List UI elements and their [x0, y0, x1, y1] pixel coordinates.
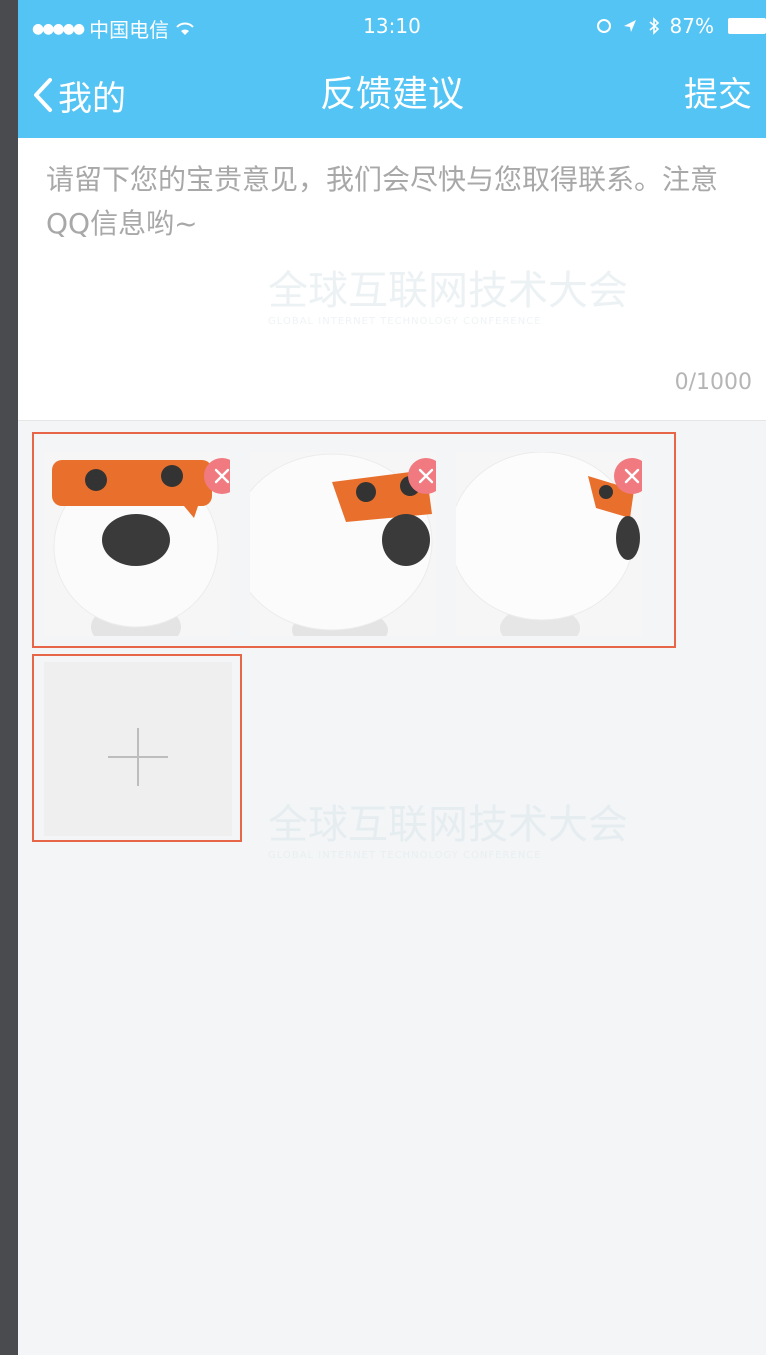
feedback-textarea[interactable]: 请留下您的宝贵意见，我们会尽快与您取得联系。注意QQ信息哟~ 0/1000	[18, 138, 766, 421]
watermark-text: 全球互联网技术大会 GLOBAL INTERNET TECHNOLOGY CON…	[268, 792, 628, 861]
delete-photo-button[interactable]	[408, 458, 436, 494]
feedback-placeholder: 请留下您的宝贵意见，我们会尽快与您取得联系。注意QQ信息哟~	[46, 163, 719, 240]
close-icon	[624, 468, 640, 484]
page-title: 反馈建议	[319, 74, 464, 115]
photo-thumbnail[interactable]	[456, 452, 642, 636]
watermark-title: 全球互联网技术大会	[268, 802, 628, 848]
photo-list	[32, 432, 676, 648]
status-bar: ●●●●● 中国电信 13:10 87%	[18, 0, 766, 52]
plus-icon	[108, 728, 168, 786]
nav-bar: 我的 反馈建议 提交	[18, 52, 766, 138]
photo-thumbnail[interactable]	[250, 452, 436, 636]
lock-rotation-icon	[596, 19, 611, 33]
mascot-photo-front	[44, 452, 230, 636]
add-photo-button[interactable]	[44, 662, 232, 836]
battery-icon	[728, 18, 766, 34]
phone-screen: ●●●●● 中国电信 13:10 87% 我的 反馈建议 提交 请留下您的宝贵意…	[18, 0, 766, 1355]
delete-photo-button[interactable]	[614, 458, 642, 494]
battery-percent: 87%	[669, 14, 714, 38]
watermark-subtitle: GLOBAL INTERNET TECHNOLOGY CONFERENCE	[268, 850, 542, 861]
close-icon	[418, 468, 434, 484]
bluetooth-icon	[649, 17, 659, 35]
add-photo-container	[32, 654, 242, 842]
location-icon	[623, 20, 636, 32]
close-icon	[214, 468, 230, 484]
status-right: 87%	[596, 14, 766, 38]
photo-thumbnail[interactable]	[44, 452, 230, 636]
char-counter: 0/1000	[674, 370, 752, 395]
submit-button[interactable]: 提交	[684, 70, 752, 120]
